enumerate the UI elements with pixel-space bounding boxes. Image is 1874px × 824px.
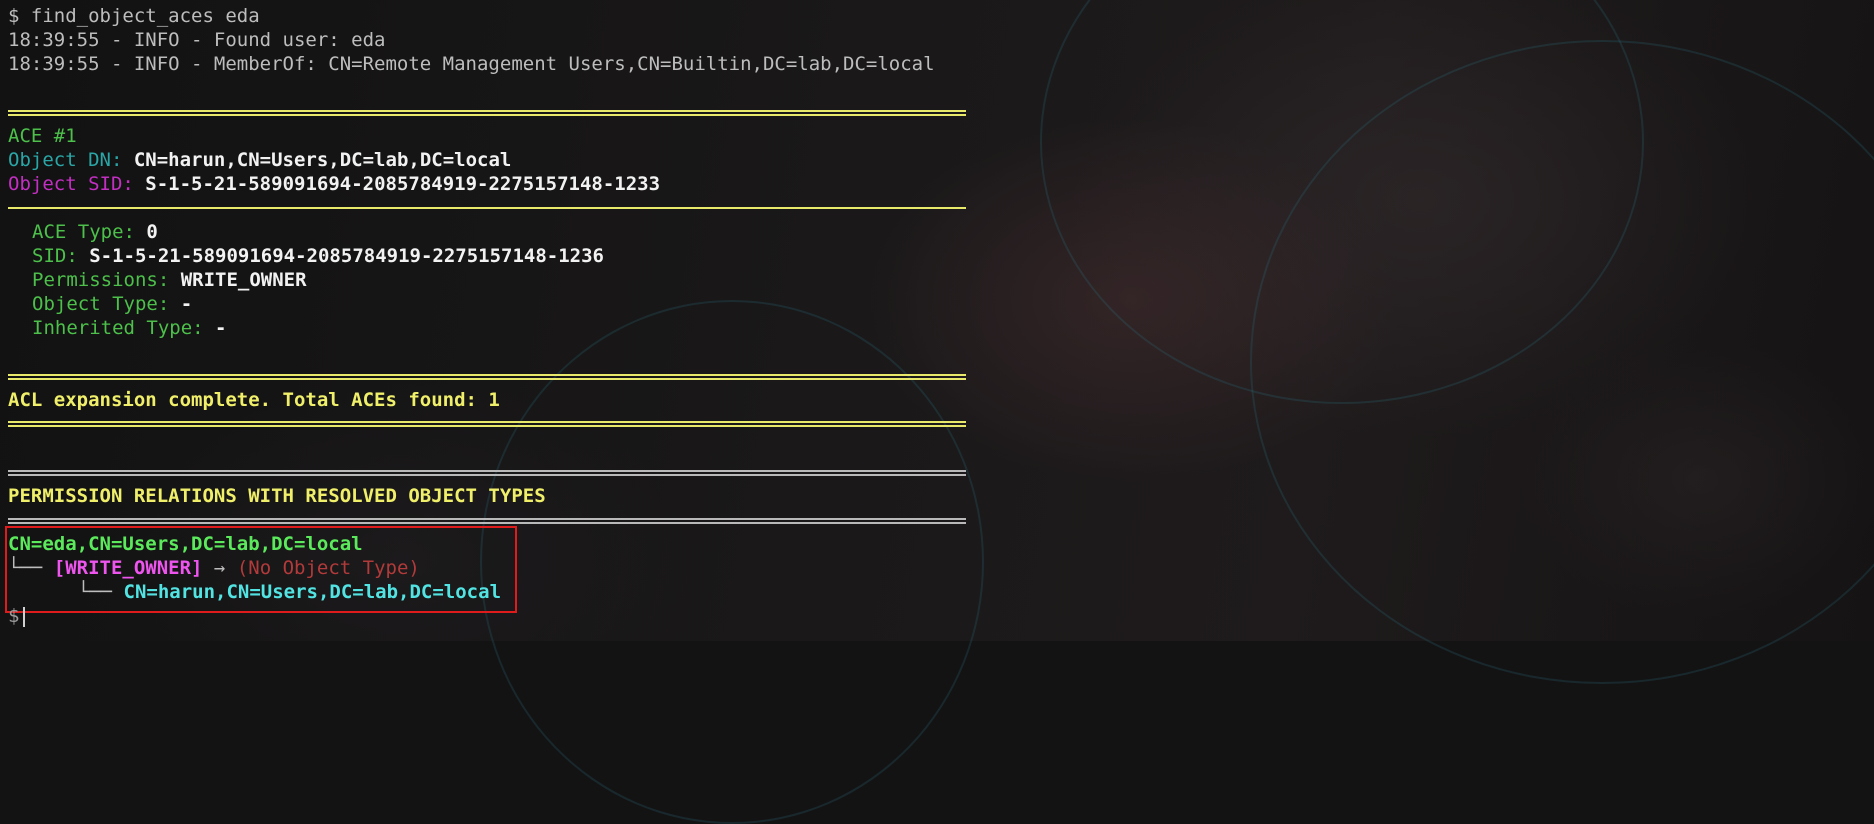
object-dn-label: Object DN: bbox=[8, 149, 123, 171]
separator-gray-double bbox=[8, 470, 966, 476]
prompt-symbol: $ bbox=[8, 605, 20, 627]
separator-double bbox=[8, 110, 966, 116]
prompt-symbol: $ bbox=[8, 5, 20, 27]
sid-value: S-1-5-21-589091694-2085784919-2275157148… bbox=[89, 245, 604, 267]
ace-type-line: ACE Type: 0 bbox=[32, 220, 158, 244]
relations-title: PERMISSION RELATIONS WITH RESOLVED OBJEC… bbox=[8, 485, 546, 507]
separator-double bbox=[8, 374, 966, 380]
ace-header: ACE #1 bbox=[8, 124, 77, 148]
object-type-label: Object Type: bbox=[32, 293, 170, 315]
tree-leaf-prefix: └── bbox=[32, 581, 124, 603]
object-dn-value: CN=harun,CN=Users,DC=lab,DC=local bbox=[133, 149, 512, 171]
separator-double bbox=[8, 421, 966, 427]
terminal-window[interactable]: $ find_object_aces eda 18:39:55 - INFO -… bbox=[0, 0, 1874, 641]
ace-type-label: ACE Type: bbox=[32, 221, 135, 243]
tree-branch-prefix: └── bbox=[8, 557, 54, 579]
object-dn-line: Object DN: CN=harun,CN=Users,DC=lab,DC=l… bbox=[8, 148, 511, 172]
inherited-type-value: - bbox=[215, 317, 227, 339]
tree-permission: [WRITE_OWNER] bbox=[53, 557, 203, 579]
separator-single bbox=[8, 207, 966, 209]
text-cursor bbox=[23, 606, 26, 627]
separator-gray-double bbox=[8, 518, 966, 524]
tree-leaf: └── CN=harun,CN=Users,DC=lab,DC=local bbox=[32, 580, 501, 604]
sid-label: SID: bbox=[32, 245, 78, 267]
command-line: $ find_object_aces eda bbox=[8, 4, 260, 28]
object-sid-value: S-1-5-21-589091694-2085784919-2275157148… bbox=[145, 173, 661, 195]
object-type-line: Object Type: - bbox=[32, 292, 192, 316]
log-line-found-user: 18:39:55 - INFO - Found user: eda bbox=[8, 29, 386, 51]
command-text: find_object_aces eda bbox=[30, 5, 260, 27]
object-sid-line: Object SID: S-1-5-21-589091694-208578491… bbox=[8, 172, 660, 196]
log-line-memberof: 18:39:55 - INFO - MemberOf: CN=Remote Ma… bbox=[8, 53, 935, 75]
ace-header-label: ACE bbox=[8, 125, 43, 147]
tree-target: CN=harun,CN=Users,DC=lab,DC=local bbox=[123, 581, 502, 603]
permissions-value: WRITE_OWNER bbox=[180, 269, 307, 291]
tree-object-type: (No Object Type) bbox=[236, 557, 420, 579]
input-prompt-line[interactable]: $ bbox=[8, 604, 26, 628]
object-sid-label: Object SID: bbox=[8, 173, 134, 195]
tree-arrow: → bbox=[202, 557, 237, 579]
summary-line: ACL expansion complete. Total ACEs found… bbox=[8, 389, 500, 411]
tree-root: CN=eda,CN=Users,DC=lab,DC=local bbox=[8, 533, 363, 555]
ace-header-number: #1 bbox=[53, 125, 77, 147]
permissions-label: Permissions: bbox=[32, 269, 170, 291]
object-type-value: - bbox=[180, 293, 193, 315]
inherited-type-label: Inherited Type: bbox=[32, 317, 204, 339]
tree-branch: └── [WRITE_OWNER] → (No Object Type) bbox=[8, 556, 420, 580]
inherited-type-line: Inherited Type: - bbox=[32, 316, 227, 340]
sid-line: SID: S-1-5-21-589091694-2085784919-22751… bbox=[32, 244, 604, 268]
ace-type-value: 0 bbox=[146, 221, 158, 243]
permissions-line: Permissions: WRITE_OWNER bbox=[32, 268, 307, 292]
